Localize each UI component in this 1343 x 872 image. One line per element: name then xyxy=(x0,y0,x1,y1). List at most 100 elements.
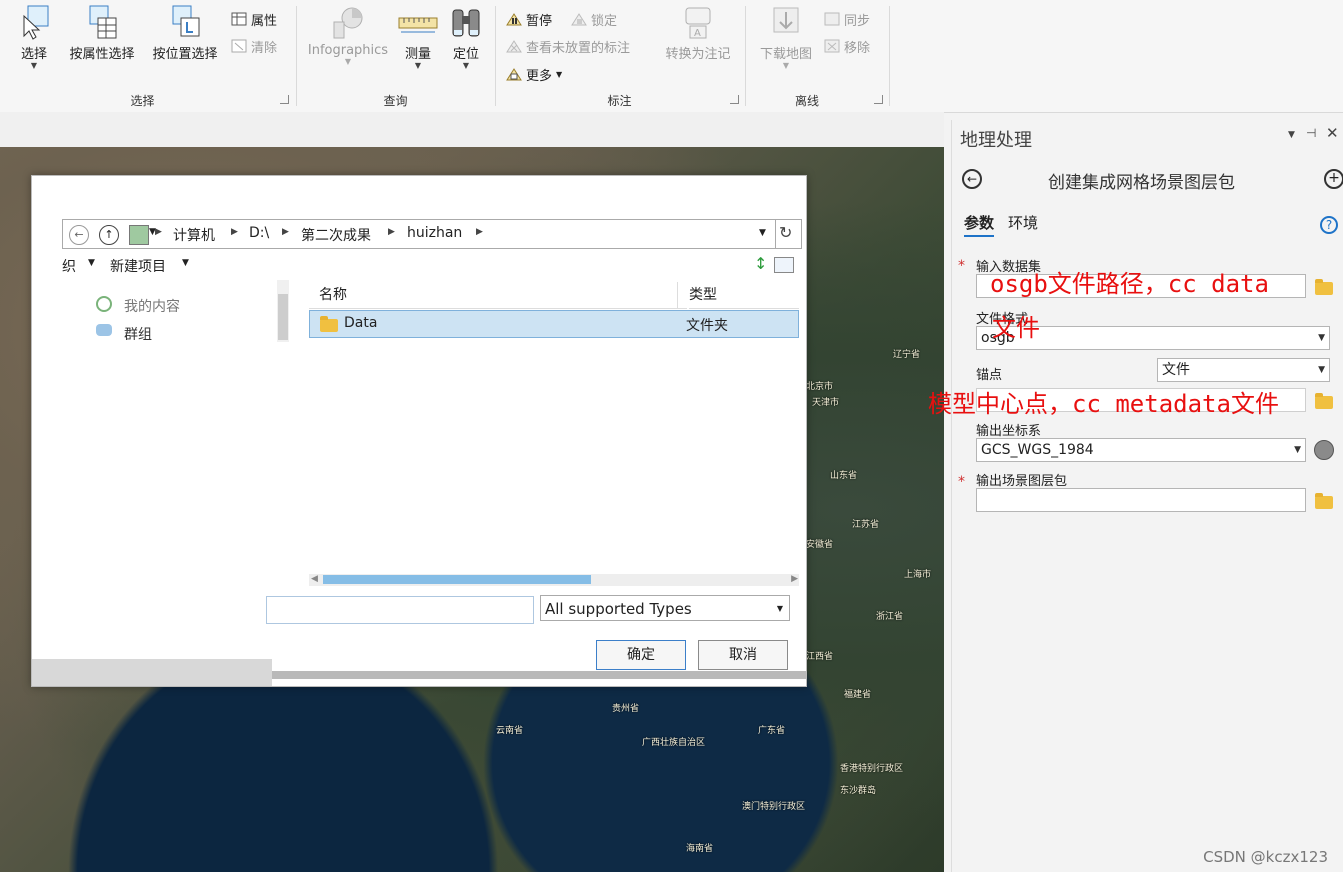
convert-to-annotation-button[interactable]: A 转换为注记 xyxy=(657,4,739,62)
sort-icon[interactable]: ↕ xyxy=(754,254,767,273)
dialog-launcher-icon[interactable] xyxy=(280,95,289,104)
infographics-button[interactable]: Infographics ▼ xyxy=(304,4,392,66)
scroll-right-icon[interactable]: ▶ xyxy=(791,574,798,584)
chevron-down-icon[interactable]: ▼ xyxy=(759,228,766,238)
browse-folder-icon[interactable] xyxy=(1315,279,1333,295)
view-mode-icon[interactable] xyxy=(774,257,794,273)
column-header-type[interactable]: 类型 xyxy=(689,282,799,309)
annotation-anchor-hint: 模型中心点，cc metadata文件 xyxy=(928,390,1279,418)
output-package-label: 输出场景图层包 xyxy=(976,474,1068,489)
back-icon[interactable]: ← xyxy=(962,169,982,189)
remove-button[interactable]: 移除 xyxy=(824,37,870,56)
select-label: 选择 xyxy=(20,47,47,62)
select-by-attribute-label: 按属性选择 xyxy=(69,47,135,62)
select-by-location-button[interactable]: 按位置选择 xyxy=(145,4,225,62)
lock-label: 锁定 xyxy=(591,13,618,29)
map-label: 香港特别行政区 xyxy=(840,764,904,774)
refresh-icon[interactable]: ↻ xyxy=(779,223,792,242)
download-map-icon xyxy=(770,4,802,40)
view-unplaced-labels-button[interactable]: 查看未放置的标注 xyxy=(506,37,630,56)
map-label: 辽宁省 xyxy=(893,350,921,360)
back-icon[interactable]: ← xyxy=(69,225,89,245)
convert-annotation-icon: A xyxy=(682,4,714,40)
add-icon[interactable]: + xyxy=(1324,169,1343,189)
dialog-launcher-icon[interactable] xyxy=(730,95,739,104)
breadcrumb-item[interactable]: huizhan xyxy=(407,225,462,241)
close-icon[interactable]: ✕ xyxy=(1326,124,1339,142)
anchor-label: 锚点 xyxy=(976,368,1003,383)
pane-options-icon[interactable]: ▼ xyxy=(1288,130,1295,140)
breadcrumb-item[interactable]: 第二次成果 xyxy=(301,225,371,245)
locate-button[interactable]: 定位 ▼ xyxy=(446,4,486,70)
chevron-right-icon: ▶ xyxy=(476,227,483,237)
browse-folder-icon[interactable] xyxy=(1315,493,1333,509)
map-label: 江苏省 xyxy=(852,520,880,530)
query-group-label: 查询 xyxy=(383,94,408,108)
help-icon[interactable]: ? xyxy=(1320,216,1338,234)
scrollbar-thumb[interactable] xyxy=(323,575,591,584)
tab-parameters[interactable]: 参数 xyxy=(964,212,995,237)
chevron-right-icon: ▶ xyxy=(388,227,395,237)
pin-icon[interactable]: ⊣ xyxy=(1306,126,1316,140)
clear-button[interactable]: 清除 xyxy=(231,37,277,56)
dialog-launcher-icon[interactable] xyxy=(874,95,883,104)
more-labeling-button[interactable]: 更多 ▼ xyxy=(506,65,562,84)
scroll-left-icon[interactable]: ◀ xyxy=(311,574,318,584)
browse-folder-icon[interactable] xyxy=(1315,393,1333,409)
nav-item-groups[interactable]: 群组 xyxy=(124,324,152,340)
organize-menu[interactable]: 织 xyxy=(62,256,76,276)
new-item-menu[interactable]: 新建项目 xyxy=(110,256,166,276)
chevron-down-icon: ▼ xyxy=(344,57,352,66)
navigation-scrollbar[interactable] xyxy=(277,280,289,342)
horizontal-scrollbar[interactable]: ◀ ▶ xyxy=(309,574,799,586)
pause-labeling-button[interactable]: 暂停 xyxy=(506,10,552,29)
select-by-location-icon xyxy=(169,4,201,40)
dialog-toolbar: 织 ▼ 新建项目 ▼ ↕ xyxy=(62,254,802,278)
measure-button[interactable]: 测量 ▼ xyxy=(396,4,440,70)
output-package-field[interactable] xyxy=(976,488,1306,512)
up-icon[interactable]: ↑ xyxy=(99,225,119,245)
my-content-icon xyxy=(96,296,112,312)
pane-title: 地理处理 xyxy=(960,130,1032,151)
required-marker: * xyxy=(958,474,965,490)
group-divider xyxy=(745,6,746,106)
breadcrumb-item[interactable]: D:\ xyxy=(249,225,269,241)
map-label: 澳门特别行政区 xyxy=(742,802,806,812)
table-row[interactable]: Data 文件夹 xyxy=(309,310,799,338)
address-bar[interactable]: ← ↑ ▼ ▶ 计算机 ▶ D:\ ▶ 第二次成果 ▶ huizhan ▶ ▼ … xyxy=(62,219,802,249)
attributes-button[interactable]: 属性 xyxy=(231,10,277,29)
select-button[interactable]: 选择 ▼ xyxy=(12,4,56,70)
nav-item-my-content[interactable]: 我的内容 xyxy=(124,296,180,316)
anchor-type-select[interactable]: 文件 ▼ xyxy=(1157,358,1330,382)
output-coordinate-system-select[interactable]: GCS_WGS_1984 ▼ xyxy=(976,438,1306,462)
download-map-button[interactable]: 下载地图 ▼ xyxy=(752,4,820,70)
map-label: 江西省 xyxy=(806,652,834,662)
more-label: 更多 xyxy=(526,68,553,84)
map-label: 上海市 xyxy=(904,570,932,580)
lock-labels-button[interactable]: 锁定 xyxy=(571,10,618,29)
file-type-cell: 文件夹 xyxy=(686,318,728,334)
tab-environments[interactable]: 环境 xyxy=(1008,212,1038,233)
chevron-down-icon[interactable]: ▼ xyxy=(182,258,189,268)
unplaced-labels-icon xyxy=(506,39,522,53)
chevron-down-icon[interactable]: ▼ xyxy=(88,258,95,268)
globe-icon[interactable] xyxy=(1314,440,1334,460)
sync-button[interactable]: 同步 xyxy=(824,10,870,29)
column-header-name[interactable]: 名称 xyxy=(309,282,687,309)
chevron-down-icon: ▼ xyxy=(782,61,790,70)
chevron-down-icon: ▼ xyxy=(414,61,422,70)
column-divider[interactable] xyxy=(677,282,678,308)
group-divider xyxy=(296,6,297,106)
infographics-icon xyxy=(332,4,364,40)
file-type-select[interactable]: All supported Types ▼ xyxy=(540,595,790,621)
chevron-down-icon: ▼ xyxy=(1294,445,1301,455)
breadcrumb-item[interactable]: 计算机 xyxy=(173,225,215,245)
filename-input[interactable] xyxy=(266,596,534,624)
annotation-input-hint-2: 文件 xyxy=(992,314,1040,342)
scrollbar-thumb[interactable] xyxy=(278,294,288,340)
cancel-button[interactable]: 取消 xyxy=(698,640,788,670)
ok-button[interactable]: 确定 xyxy=(596,640,686,670)
ruler-icon xyxy=(398,4,438,40)
select-by-attribute-button[interactable]: 按属性选择 xyxy=(62,4,142,62)
navigation-pane: 我的内容 群组 xyxy=(62,280,292,340)
